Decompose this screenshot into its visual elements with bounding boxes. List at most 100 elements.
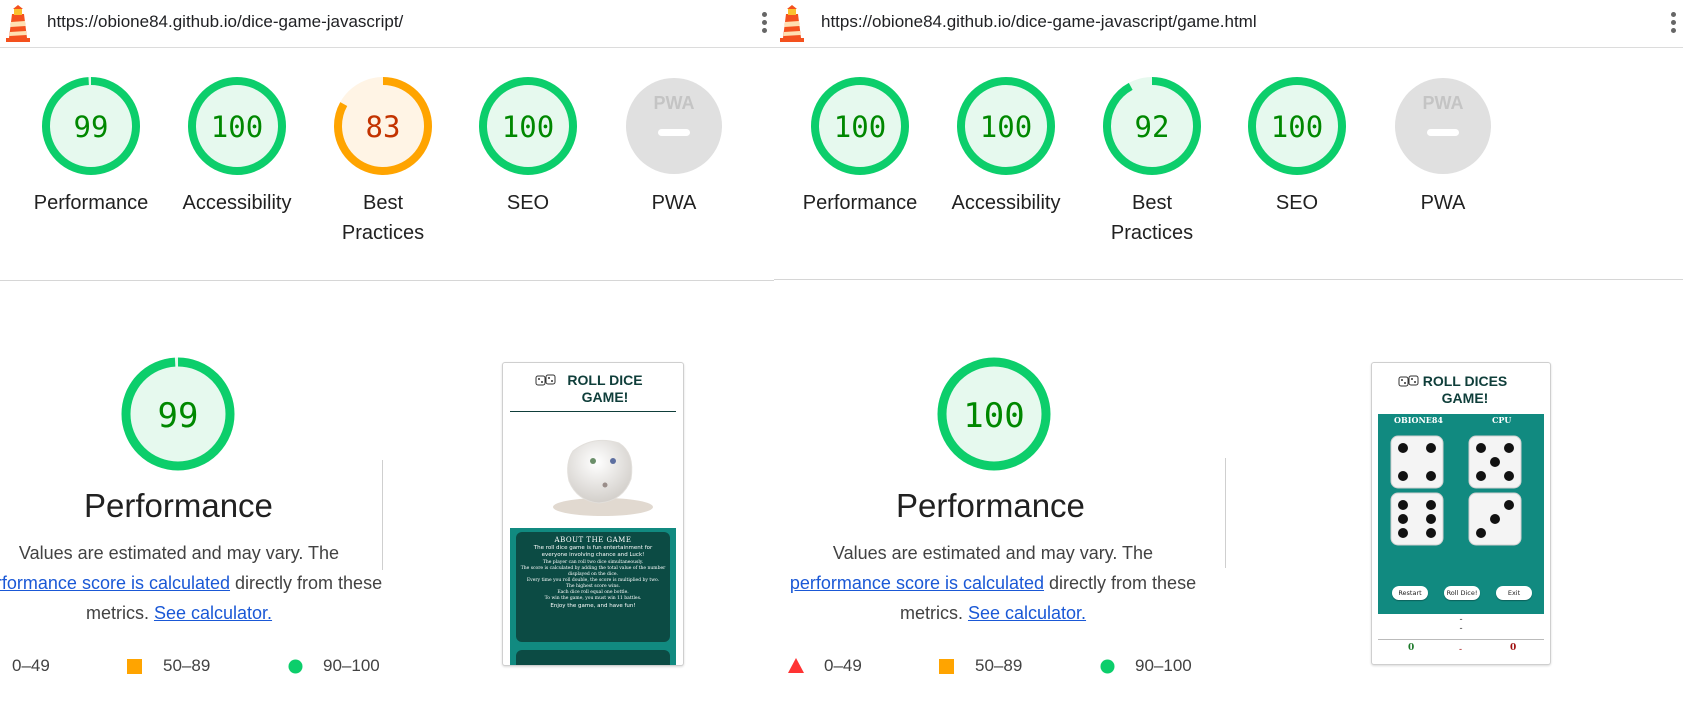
section-divider [0, 280, 774, 281]
accessibility-gauge-ring: 100 [188, 77, 286, 175]
page-screenshot-thumbnail[interactable]: ROLL DICES GAME! OBIONE84 CPU Restart Ro… [1371, 362, 1551, 665]
die-pip [1426, 500, 1436, 510]
legend-fail-label: 0–49 [12, 656, 50, 675]
svg-text:100: 100 [980, 110, 1032, 144]
gauge-pwa[interactable]: PWA PWA [1370, 76, 1516, 218]
gauge-pwa[interactable]: PWA PWA [601, 76, 747, 218]
legend-pass-label: 90–100 [323, 656, 380, 675]
see-calculator-link[interactable]: See calculator. [154, 603, 272, 623]
exit-button[interactable]: Exit [1496, 586, 1532, 600]
svg-text:99: 99 [158, 396, 199, 436]
gauge-label: Performance [802, 192, 918, 214]
gauge-performance[interactable]: 100 Performance [787, 76, 933, 218]
die-pip [1476, 471, 1486, 481]
roll-dice-button[interactable]: Roll Dice! [1444, 586, 1480, 600]
seo-gauge-ring: 100 [1248, 77, 1346, 175]
square-icon [127, 659, 142, 674]
gauge-label: SEO [1275, 192, 1319, 214]
gauge-seo[interactable]: 100 SEO [1224, 76, 1370, 218]
vertical-divider [1225, 458, 1226, 568]
svg-text:100: 100 [211, 110, 263, 144]
about-section: ABOUT THE GAME The roll dice game is fun… [510, 528, 676, 665]
svg-text:83: 83 [366, 110, 401, 144]
circle-icon [288, 659, 303, 674]
gauge-accessibility[interactable]: 100 Accessibility [933, 76, 1079, 218]
see-calculator-link[interactable]: See calculator. [968, 603, 1086, 623]
url-bar: https://obione84.github.io/dice-game-jav… [0, 0, 774, 48]
die-pip [1426, 443, 1436, 453]
report-url: https://obione84.github.io/dice-game-jav… [47, 12, 404, 31]
dice-grid [1390, 435, 1522, 546]
die-pip [1398, 500, 1408, 510]
triangle-icon [788, 658, 804, 673]
die-pip [1426, 528, 1436, 538]
svg-text:92: 92 [1135, 110, 1170, 144]
performance-description: Values are estimated and may vary. The p… [778, 538, 1208, 628]
report-url: https://obione84.github.io/dice-game-jav… [821, 12, 1257, 31]
die-pip [1476, 528, 1486, 538]
lighthouse-icon [780, 5, 804, 42]
report-panel-home: https://obione84.github.io/dice-game-jav… [0, 0, 774, 717]
score-legend: 0–49 50–89 90–100 [774, 656, 1214, 678]
vertical-divider [382, 460, 383, 570]
gauge-label: Accessibility [182, 192, 292, 214]
page-screenshot-thumbnail[interactable]: ROLL DICE GAME! ABOUT THE GAME The roll … [502, 362, 684, 666]
about-outro: Enjoy the game, and have fun! [550, 603, 636, 609]
description-text: Values are estimated and may vary. The [832, 543, 1154, 563]
category-gauges: 100 Performance 100 Accessibility 92 Bes… [774, 76, 1683, 256]
description-text: metrics. [85, 603, 149, 623]
screenshot-title-text: ROLL DICE GAME! [567, 372, 643, 405]
die-face [1468, 492, 1522, 546]
dice-logo-icon [1398, 375, 1419, 387]
player-score: 0 [1408, 643, 1415, 653]
gauge-label: Performance [33, 192, 149, 214]
svg-text:99: 99 [74, 110, 109, 144]
gauge-accessibility[interactable]: 100 Accessibility [164, 76, 310, 218]
die-pip [1398, 443, 1408, 453]
die-pip [1504, 500, 1514, 510]
gauge-best-practices[interactable]: 92 Best Practices [1079, 76, 1225, 248]
screenshot-title: ROLL DICE GAME! [527, 372, 683, 406]
score-separator: - [1459, 645, 1463, 655]
rule-item: The score is calculated by adding the to… [520, 566, 666, 577]
score-legend: 0–49 50–89 90–100 [0, 656, 400, 678]
gauge-label: PWA [651, 192, 697, 214]
kebab-menu-icon[interactable] [1667, 11, 1679, 37]
kebab-menu-icon[interactable] [758, 11, 770, 37]
legend-average-label: 50–89 [163, 656, 211, 675]
gauge-performance[interactable]: 99 Performance [18, 76, 164, 218]
best-practices-gauge-ring: 92 [1103, 77, 1201, 175]
seo-gauge-ring: 100 [479, 77, 577, 175]
performance-main-gauge: 99 [121, 357, 235, 471]
title-rule [510, 411, 676, 412]
score-calculation-link[interactable]: performance score is calculated [790, 573, 1044, 593]
svg-text:100: 100 [963, 396, 1024, 436]
die-face [1390, 492, 1444, 546]
pwa-badge-icon: PWA [626, 78, 722, 174]
restart-button[interactable]: Restart [1392, 586, 1428, 600]
die-pip [1398, 471, 1408, 481]
about-card: ABOUT THE GAME The roll dice game is fun… [516, 532, 670, 642]
gauge-label: Best Practices [1110, 192, 1194, 244]
game-board: OBIONE84 CPU Restart Roll Dice! Exit [1378, 414, 1544, 614]
die-pip [1504, 471, 1514, 481]
gauge-seo[interactable]: 100 SEO [455, 76, 601, 218]
gauge-best-practices[interactable]: 83 Best Practices [310, 76, 456, 248]
best-practices-gauge-ring: 83 [334, 77, 432, 175]
cpu-score: 0 [1510, 643, 1517, 653]
svg-text:100: 100 [834, 110, 886, 144]
screenshot-title-text: ROLL DICES GAME! [1422, 373, 1508, 406]
die-pip [1504, 443, 1514, 453]
description-text: directly from these [235, 573, 383, 593]
gauge-label: PWA [1420, 192, 1466, 214]
description-text: directly from these [1049, 573, 1197, 593]
die-pip [1476, 443, 1486, 453]
svg-text:PWA: PWA [1422, 93, 1463, 113]
performance-title: Performance [84, 487, 273, 524]
svg-text:100: 100 [1271, 110, 1323, 144]
performance-description: Values are estimated and may vary. The p… [0, 538, 394, 628]
die-pip [1398, 528, 1408, 538]
svg-text:PWA: PWA [653, 93, 694, 113]
score-calculation-link[interactable]: performance score is calculated [0, 573, 230, 593]
screenshot-title: ROLL DICES GAME! [1396, 373, 1550, 407]
